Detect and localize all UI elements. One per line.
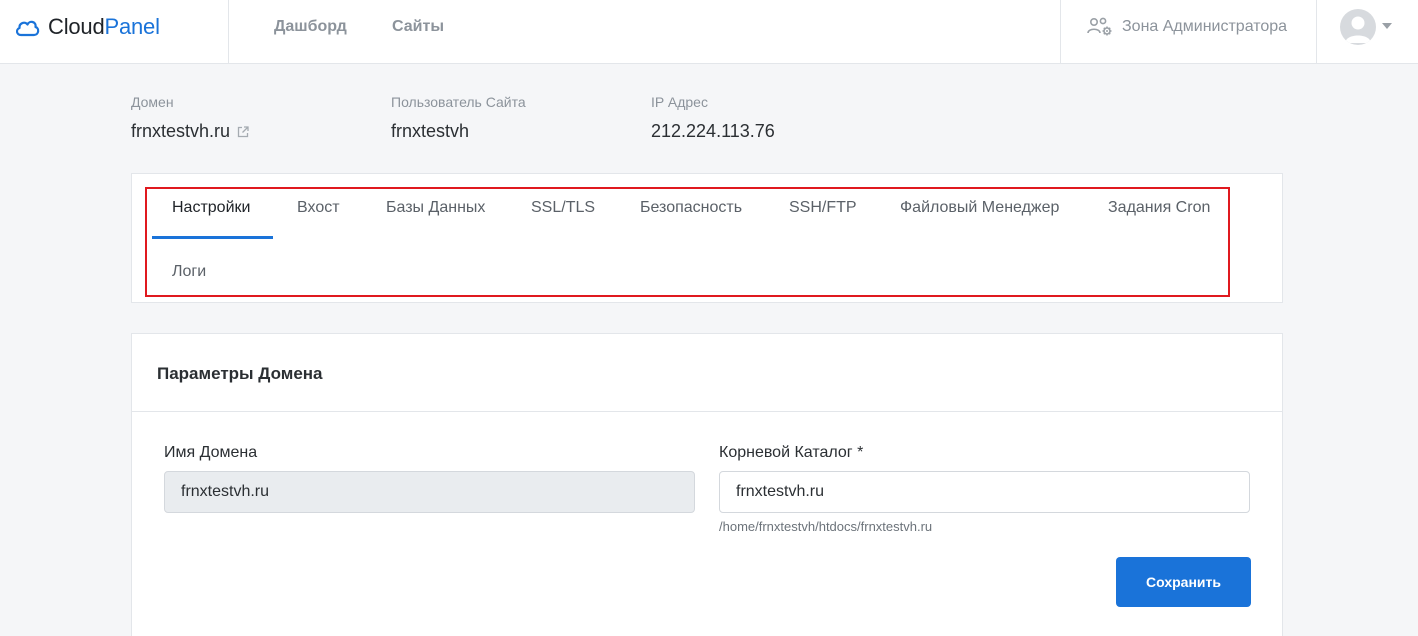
chevron-down-icon[interactable] xyxy=(1382,23,1392,29)
domain-info: Домен frnxtestvh.ru xyxy=(131,94,250,142)
domain-name-input xyxy=(164,471,695,513)
nav-dashboard[interactable]: Дашборд xyxy=(274,18,347,36)
card-title: Параметры Домена xyxy=(157,364,323,383)
site-user-value: frnxtestvh xyxy=(391,121,470,141)
domain-name-label: Имя Домена xyxy=(164,444,258,461)
nav-sites[interactable]: Сайты xyxy=(392,18,444,36)
root-dir-label: Корневой Каталог * xyxy=(719,444,864,461)
brand-name: CloudPanel xyxy=(48,14,160,39)
cloud-icon xyxy=(15,20,40,37)
root-dir-help: /home/frnxtestvh/htdocs/frnxtestvh.ru xyxy=(719,519,933,534)
domain-text: frnxtestvh.ru xyxy=(131,121,231,141)
tabs-highlight-box xyxy=(145,187,1230,297)
card-divider xyxy=(132,411,1282,412)
site-user-info: Пользователь Сайта frnxtestvh xyxy=(391,94,526,142)
admin-zone-link[interactable]: Зона Администратора xyxy=(1086,16,1287,38)
ip-info: IP Адрес 212.224.113.76 xyxy=(651,94,775,142)
header-divider xyxy=(228,0,229,63)
brand-logo[interactable]: CloudPanel xyxy=(14,12,160,42)
site-tabs: Настройки Вхост Базы Данных SSL/TLS Безо… xyxy=(131,173,1283,303)
domain-value: frnxtestvh.ru xyxy=(131,121,250,142)
user-avatar[interactable] xyxy=(1340,9,1376,45)
admin-zone-label: Зона Администратора xyxy=(1122,18,1288,35)
header-divider xyxy=(1060,0,1061,63)
root-dir-input[interactable] xyxy=(719,471,1250,513)
save-button[interactable]: Сохранить xyxy=(1116,557,1251,607)
top-navbar: CloudPanel Дашборд Сайты Зона Администра… xyxy=(0,0,1418,64)
domain-label: Домен xyxy=(131,94,174,110)
domain-params-card: Параметры Домена Имя Домена Корневой Кат… xyxy=(131,333,1283,636)
external-link-icon[interactable] xyxy=(236,125,250,139)
user-icon xyxy=(1345,16,1371,43)
site-user-label: Пользователь Сайта xyxy=(391,94,526,110)
ip-value: 212.224.113.76 xyxy=(651,121,775,141)
header-divider xyxy=(1316,0,1317,63)
users-cog-icon xyxy=(1087,17,1112,36)
ip-label: IP Адрес xyxy=(651,94,708,110)
